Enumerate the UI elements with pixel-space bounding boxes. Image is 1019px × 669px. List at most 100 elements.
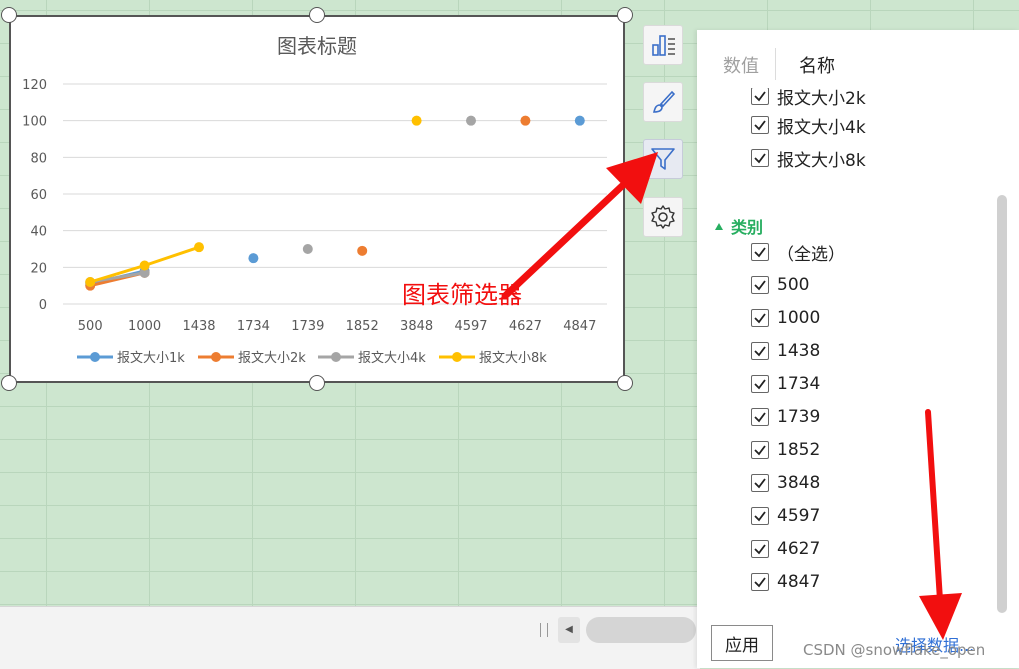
chart-area[interactable]: 图表标题 0 20 40 60 80 100 120 500 1000 1438 1734 1739… <box>9 15 625 383</box>
category-item[interactable]: 1000 <box>751 304 820 332</box>
checkbox[interactable] <box>751 507 769 525</box>
category-item-label: 1739 <box>777 407 821 427</box>
legend-marker <box>211 352 221 362</box>
vertical-scrollbar-thumb[interactable] <box>997 195 1007 613</box>
checkbox[interactable] <box>751 573 769 591</box>
category-item[interactable]: 4627 <box>751 535 820 563</box>
x-tick-label: 1734 <box>237 319 270 334</box>
category-item-label: 500 <box>777 275 810 295</box>
legend-item[interactable]: 报文大小4k <box>318 351 426 366</box>
tab-values[interactable]: 数值 <box>723 52 759 78</box>
category-item[interactable]: 3848 <box>751 469 820 497</box>
category-item-label: （全选） <box>777 244 845 265</box>
resize-handle-top-middle[interactable] <box>309 7 325 23</box>
x-tick-label: 1438 <box>182 319 215 334</box>
checkbox[interactable] <box>751 375 769 393</box>
x-axis-tick-labels: 500 1000 1438 1734 1739 1852 3848 4597 4627 4847 <box>78 319 597 334</box>
category-item[interactable]: 4597 <box>751 502 820 530</box>
checkbox[interactable] <box>751 540 769 558</box>
x-tick-label: 1000 <box>128 319 161 334</box>
series-item-2k[interactable]: 报文大小2k <box>751 88 866 110</box>
category-group-header[interactable]: 类别 <box>715 214 763 238</box>
y-tick-label: 100 <box>22 115 47 130</box>
category-item[interactable]: 500 <box>751 271 809 299</box>
scroll-split-handle[interactable] <box>540 623 548 637</box>
chart-series[interactable] <box>85 115 585 291</box>
y-tick-label: 60 <box>30 188 47 203</box>
data-point[interactable] <box>302 244 313 254</box>
horizontal-scrollbar-thumb[interactable] <box>586 617 696 643</box>
data-point[interactable] <box>139 260 150 271</box>
legend-marker <box>452 352 462 362</box>
resize-handle-bottom-right[interactable] <box>617 375 633 391</box>
data-point[interactable] <box>520 115 531 126</box>
checkbox[interactable] <box>751 441 769 459</box>
scroll-left-arrow-icon[interactable]: ◀ <box>558 617 580 643</box>
category-item-label: 1000 <box>777 308 821 328</box>
x-tick-label: 4847 <box>563 319 596 334</box>
legend-item[interactable]: 报文大小1k <box>77 351 185 366</box>
resize-handle-top-left[interactable] <box>1 7 17 23</box>
checkbox[interactable] <box>751 342 769 360</box>
checkmark-icon <box>754 412 766 423</box>
data-point[interactable] <box>411 115 422 126</box>
legend-label: 报文大小2k <box>238 351 306 366</box>
collapse-triangle-icon[interactable] <box>715 222 723 230</box>
checkmark-icon <box>754 511 766 522</box>
data-point[interactable] <box>248 253 259 264</box>
checkmark-icon <box>754 91 766 102</box>
resize-handle-bottom-middle[interactable] <box>309 375 325 391</box>
data-point[interactable] <box>574 115 585 126</box>
category-item-label: 1852 <box>777 440 821 460</box>
resize-handle-bottom-left[interactable] <box>1 375 17 391</box>
x-tick-label: 4627 <box>509 319 542 334</box>
chart-settings-button[interactable] <box>643 197 683 237</box>
category-item-label: 3848 <box>777 473 821 493</box>
watermark: CSDN @snowflake_open <box>803 641 986 659</box>
checkmark-icon <box>754 280 766 291</box>
category-item[interactable]: 1734 <box>751 370 820 398</box>
x-tick-label: 1852 <box>346 319 379 334</box>
legend-item[interactable]: 报文大小8k <box>439 351 547 366</box>
apply-button[interactable]: 应用 <box>711 625 773 661</box>
tab-names[interactable]: 名称 <box>799 52 835 78</box>
chart-legend[interactable]: 报文大小1k 报文大小2k 报文大小4k 报文大小8k <box>77 351 547 366</box>
legend-marker <box>331 352 341 362</box>
legend-item[interactable]: 报文大小2k <box>198 351 306 366</box>
checkbox[interactable] <box>751 243 769 261</box>
series-item-8k[interactable]: 报文大小8k <box>751 144 866 172</box>
data-point[interactable] <box>85 277 96 287</box>
chart-filter-button[interactable] <box>643 139 683 179</box>
checkbox[interactable] <box>751 276 769 294</box>
chart-elements-button[interactable] <box>643 25 683 65</box>
category-item[interactable]: （全选） <box>751 238 845 266</box>
checkbox[interactable] <box>751 88 769 105</box>
resize-handle-top-right[interactable] <box>617 7 633 23</box>
x-tick-label: 500 <box>78 319 103 334</box>
data-point[interactable] <box>466 115 476 126</box>
chart-filter-panel: 数值 名称 报文大小2k 报文大小4k 报文大小8k 类别 （全选） 500 100… <box>697 30 1019 668</box>
checkbox[interactable] <box>751 149 769 167</box>
data-point[interactable] <box>357 245 368 256</box>
y-tick-label: 20 <box>30 261 47 276</box>
filter-list: 报文大小2k 报文大小4k 报文大小8k 类别 （全选） 500 1000 1438 1… <box>697 88 997 618</box>
y-tick-label: 80 <box>30 151 47 166</box>
chart-canvas: 图表标题 0 20 40 60 80 100 120 500 1000 1438 1734 1739… <box>22 34 607 366</box>
category-item[interactable]: 1739 <box>751 403 820 431</box>
data-point[interactable] <box>194 242 204 253</box>
checkbox[interactable] <box>751 474 769 492</box>
legend-label: 报文大小4k <box>358 351 426 366</box>
checkmark-icon <box>754 445 766 456</box>
series-item-4k[interactable]: 报文大小4k <box>751 111 866 139</box>
chart-style-button[interactable] <box>643 82 683 122</box>
chart-title[interactable]: 图表标题 <box>277 34 357 58</box>
checkbox[interactable] <box>751 408 769 426</box>
checkbox[interactable] <box>751 116 769 134</box>
checkmark-icon <box>754 120 766 131</box>
tab-divider <box>775 48 776 80</box>
category-item[interactable]: 1852 <box>751 436 820 464</box>
series-1[interactable] <box>85 115 585 289</box>
category-item[interactable]: 1438 <box>751 337 820 365</box>
checkbox[interactable] <box>751 309 769 327</box>
category-item[interactable]: 4847 <box>751 568 820 596</box>
